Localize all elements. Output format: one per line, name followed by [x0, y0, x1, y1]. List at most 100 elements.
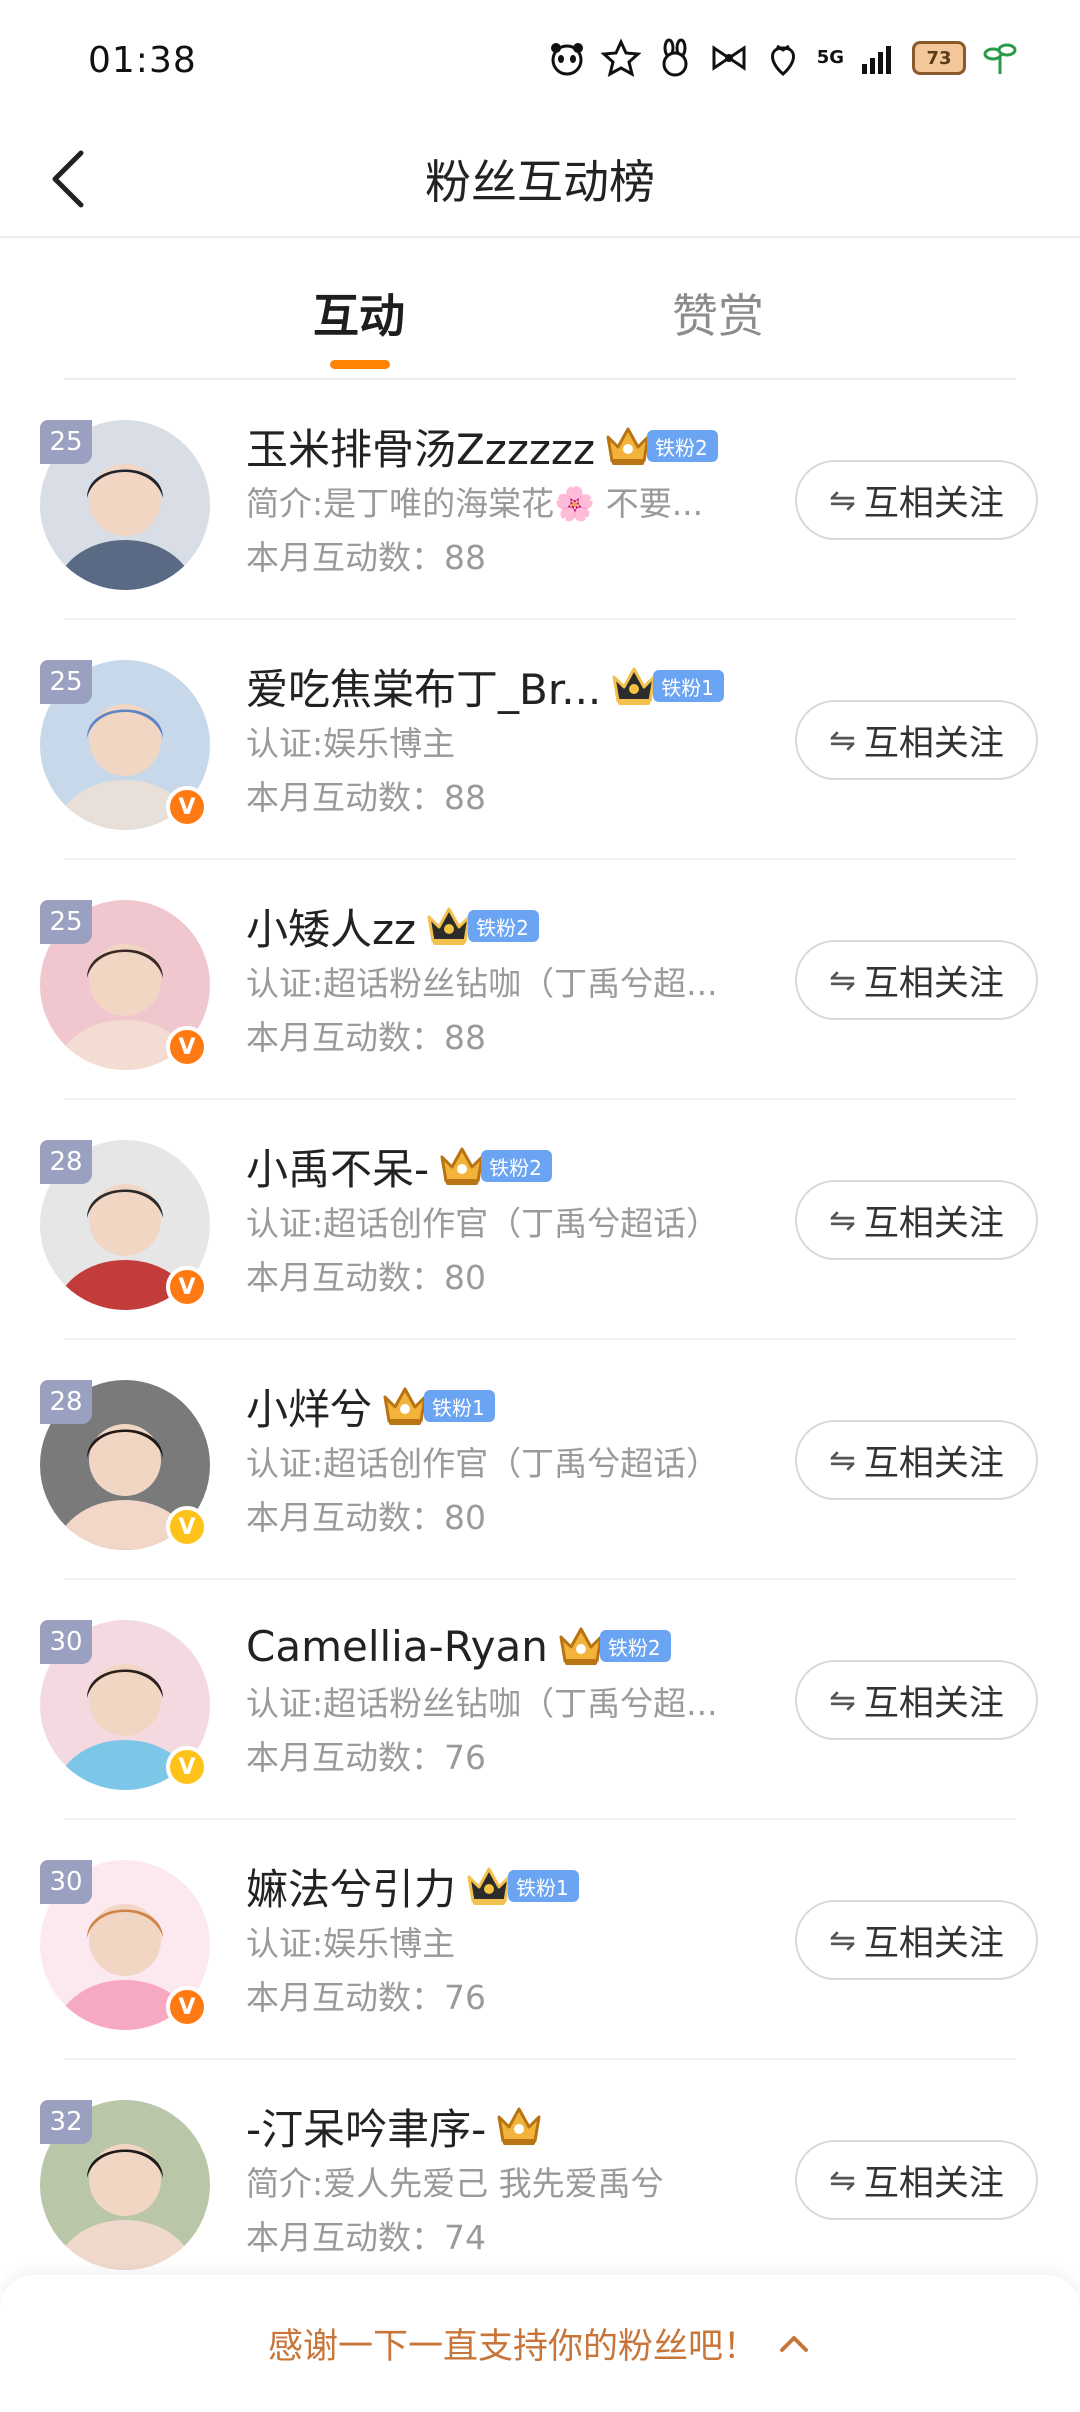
- rank-badge: 32: [40, 2100, 92, 2144]
- interaction-count: 本月互动数：88: [246, 776, 776, 820]
- mutual-follow-icon: ⇋: [829, 721, 856, 759]
- avatar-container: 32: [40, 2100, 210, 2270]
- interaction-count: 本月互动数：80: [246, 1256, 776, 1300]
- rank-badge: 30: [40, 1860, 92, 1904]
- interaction-count: 本月互动数：76: [246, 1736, 776, 1780]
- fan-list-item[interactable]: 28 V 小禹不呆- 铁粉2 认证:超话创作官（丁禹兮超话） 本月互动数：80 …: [0, 1100, 1080, 1340]
- tab-bar: 互动 赞赏: [0, 238, 1080, 380]
- battery-icon: 73: [912, 41, 966, 75]
- count-label: 本月互动数：: [246, 1258, 444, 1297]
- fan-info: 小禹不呆- 铁粉2 认证:超话创作官（丁禹兮超话） 本月互动数：80: [246, 1138, 776, 1300]
- verified-v-icon: V: [166, 1746, 208, 1788]
- mutual-follow-button[interactable]: ⇋ 互相关注: [795, 700, 1038, 780]
- fan-info: 嫲法兮引力 铁粉1 认证:娱乐博主 本月互动数：76: [246, 1858, 776, 2020]
- name-line: 小烊兮 铁粉1: [246, 1378, 776, 1434]
- interaction-count: 本月互动数：88: [246, 1016, 776, 1060]
- page-title: 粉丝互动榜: [425, 155, 655, 209]
- count-value: 88: [444, 778, 486, 817]
- name-line: Camellia-Ryan 铁粉2: [246, 1618, 776, 1674]
- count-label: 本月互动数：: [246, 778, 444, 817]
- verified-v-icon: V: [166, 1266, 208, 1308]
- fan-description: 认证:超话粉丝钻咖（丁禹兮超...: [246, 1684, 718, 1723]
- fan-list-item[interactable]: 30 V Camellia-Ryan 铁粉2 认证:超话粉丝钻咖（丁禹兮超...…: [0, 1580, 1080, 1820]
- name-line: -汀呆吟聿序-: [246, 2098, 776, 2154]
- fan-name[interactable]: -汀呆吟聿序-: [246, 2096, 486, 2157]
- signal-icon: [862, 46, 891, 74]
- nav-header: 粉丝互动榜: [0, 120, 1080, 238]
- fan-info: 爱吃焦棠布丁_Br... 铁粉1 认证:娱乐博主 本月互动数：88: [246, 658, 776, 820]
- interaction-count: 本月互动数：88: [246, 536, 776, 580]
- fan-description: 认证:超话粉丝钻咖（丁禹兮超...: [246, 964, 718, 1003]
- crown-icon: [612, 667, 656, 705]
- interaction-count: 本月互动数：76: [246, 1976, 776, 2020]
- mutual-follow-button[interactable]: ⇋ 互相关注: [795, 1420, 1038, 1500]
- crown-icon: [383, 1387, 427, 1425]
- name-line: 爱吃焦棠布丁_Br... 铁粉1: [246, 658, 776, 714]
- count-label: 本月互动数：: [246, 2218, 444, 2257]
- crown-icon: [467, 1867, 511, 1905]
- fan-name[interactable]: Camellia-Ryan: [246, 1622, 548, 1671]
- fan-level-badge: 铁粉1: [508, 1870, 579, 1902]
- mutual-follow-button[interactable]: ⇋ 互相关注: [795, 2140, 1038, 2220]
- crown-icon: [427, 907, 471, 945]
- follow-button-label: 互相关注: [863, 1203, 1004, 1244]
- avatar-container: 25 V: [40, 900, 210, 1070]
- fan-info: 玉米排骨汤Zzzzzz 铁粉2 简介:是丁唯的海棠花🌸 不要... 本月互动数：…: [246, 418, 776, 580]
- mutual-follow-button[interactable]: ⇋ 互相关注: [795, 460, 1038, 540]
- fan-list-item[interactable]: 32 -汀呆吟聿序- 简介:爱人先爱己 我先爱禹兮 本月互动数：74 ⇋ 互相关…: [0, 2060, 1080, 2300]
- fan-level-badge: 铁粉2: [599, 1630, 671, 1662]
- interaction-count: 本月互动数：74: [246, 2216, 776, 2260]
- mutual-follow-button[interactable]: ⇋ 互相关注: [795, 940, 1038, 1020]
- fan-description: 认证:娱乐博主: [246, 1924, 456, 1963]
- mutual-follow-button[interactable]: ⇋ 互相关注: [795, 1660, 1038, 1740]
- fan-list-item[interactable]: 25 玉米排骨汤Zzzzzz 铁粉2 简介:是丁唯的海棠花🌸 不要... 本月互…: [0, 380, 1080, 620]
- verified-v-icon: V: [166, 1986, 208, 2028]
- mutual-follow-icon: ⇋: [829, 1921, 856, 1959]
- fan-name[interactable]: 嫲法兮引力: [246, 1856, 456, 1917]
- fan-list: 25 玉米排骨汤Zzzzzz 铁粉2 简介:是丁唯的海棠花🌸 不要... 本月互…: [0, 380, 1080, 2300]
- fan-name[interactable]: 小烊兮: [246, 1376, 372, 1437]
- count-value: 88: [444, 538, 486, 577]
- fan-description: 简介:是丁唯的海棠花🌸 不要...: [246, 484, 704, 523]
- thanks-text: 感谢一下一直支持你的粉丝吧！: [267, 2327, 758, 2367]
- avatar-container: 28 V: [40, 1140, 210, 1310]
- mutual-follow-icon: ⇋: [829, 481, 856, 519]
- battery-level: 73: [926, 47, 952, 69]
- bottom-thanks-bar[interactable]: 感谢一下一直支持你的粉丝吧！: [0, 2275, 1080, 2412]
- count-value: 76: [444, 1978, 486, 2017]
- fan-list-item[interactable]: 25 V 小矮人zz 铁粉2 认证:超话粉丝钻咖（丁禹兮超... 本月互动数：8…: [0, 860, 1080, 1100]
- follow-button-label: 互相关注: [863, 723, 1004, 764]
- verified-v-icon: V: [166, 786, 208, 828]
- rank-badge: 28: [40, 1380, 92, 1424]
- avatar-container: 28 V: [40, 1380, 210, 1550]
- network-type: 5G: [816, 47, 844, 68]
- fan-list-item[interactable]: 25 V 爱吃焦棠布丁_Br... 铁粉1 认证:娱乐博主 本月互动数：88 ⇋…: [0, 620, 1080, 860]
- fan-list-item[interactable]: 30 V 嫲法兮引力 铁粉1 认证:娱乐博主 本月互动数：76 ⇋ 互相关注: [0, 1820, 1080, 2060]
- fan-info: 小烊兮 铁粉1 认证:超话创作官（丁禹兮超话） 本月互动数：80: [246, 1378, 776, 1540]
- tab-reward[interactable]: 赞赏: [672, 280, 764, 346]
- fan-name[interactable]: 小矮人zz: [246, 896, 416, 957]
- rank-badge: 25: [40, 900, 92, 944]
- follow-button-label: 互相关注: [863, 1443, 1004, 1484]
- mutual-follow-button[interactable]: ⇋ 互相关注: [795, 1180, 1038, 1260]
- fan-name[interactable]: 小禹不呆-: [246, 1136, 429, 1197]
- avatar-container: 25: [40, 420, 210, 590]
- fan-info: Camellia-Ryan 铁粉2 认证:超话粉丝钻咖（丁禹兮超... 本月互动…: [246, 1618, 776, 1780]
- crown-icon: [440, 1147, 484, 1185]
- status-bar: 01:38 5G 73: [0, 0, 1080, 120]
- fan-name[interactable]: 玉米排骨汤Zzzzzz: [246, 416, 595, 477]
- mutual-follow-icon: ⇋: [829, 1681, 856, 1719]
- status-time: 01:38: [88, 40, 197, 81]
- strawberry-icon: [770, 44, 795, 76]
- rank-badge: 25: [40, 660, 92, 704]
- fan-name[interactable]: 爱吃焦棠布丁_Br...: [246, 656, 601, 717]
- bunny-icon: [662, 38, 688, 77]
- mutual-follow-icon: ⇋: [829, 2161, 856, 2199]
- count-label: 本月互动数：: [246, 1738, 444, 1777]
- chevron-up-icon[interactable]: [776, 2326, 812, 2362]
- mutual-follow-button[interactable]: ⇋ 互相关注: [795, 1900, 1038, 1980]
- rank-badge: 30: [40, 1620, 92, 1664]
- tab-interaction[interactable]: 互动: [313, 280, 405, 346]
- fan-list-item[interactable]: 28 V 小烊兮 铁粉1 认证:超话创作官（丁禹兮超话） 本月互动数：80 ⇋ …: [0, 1340, 1080, 1580]
- rank-badge: 28: [40, 1140, 92, 1184]
